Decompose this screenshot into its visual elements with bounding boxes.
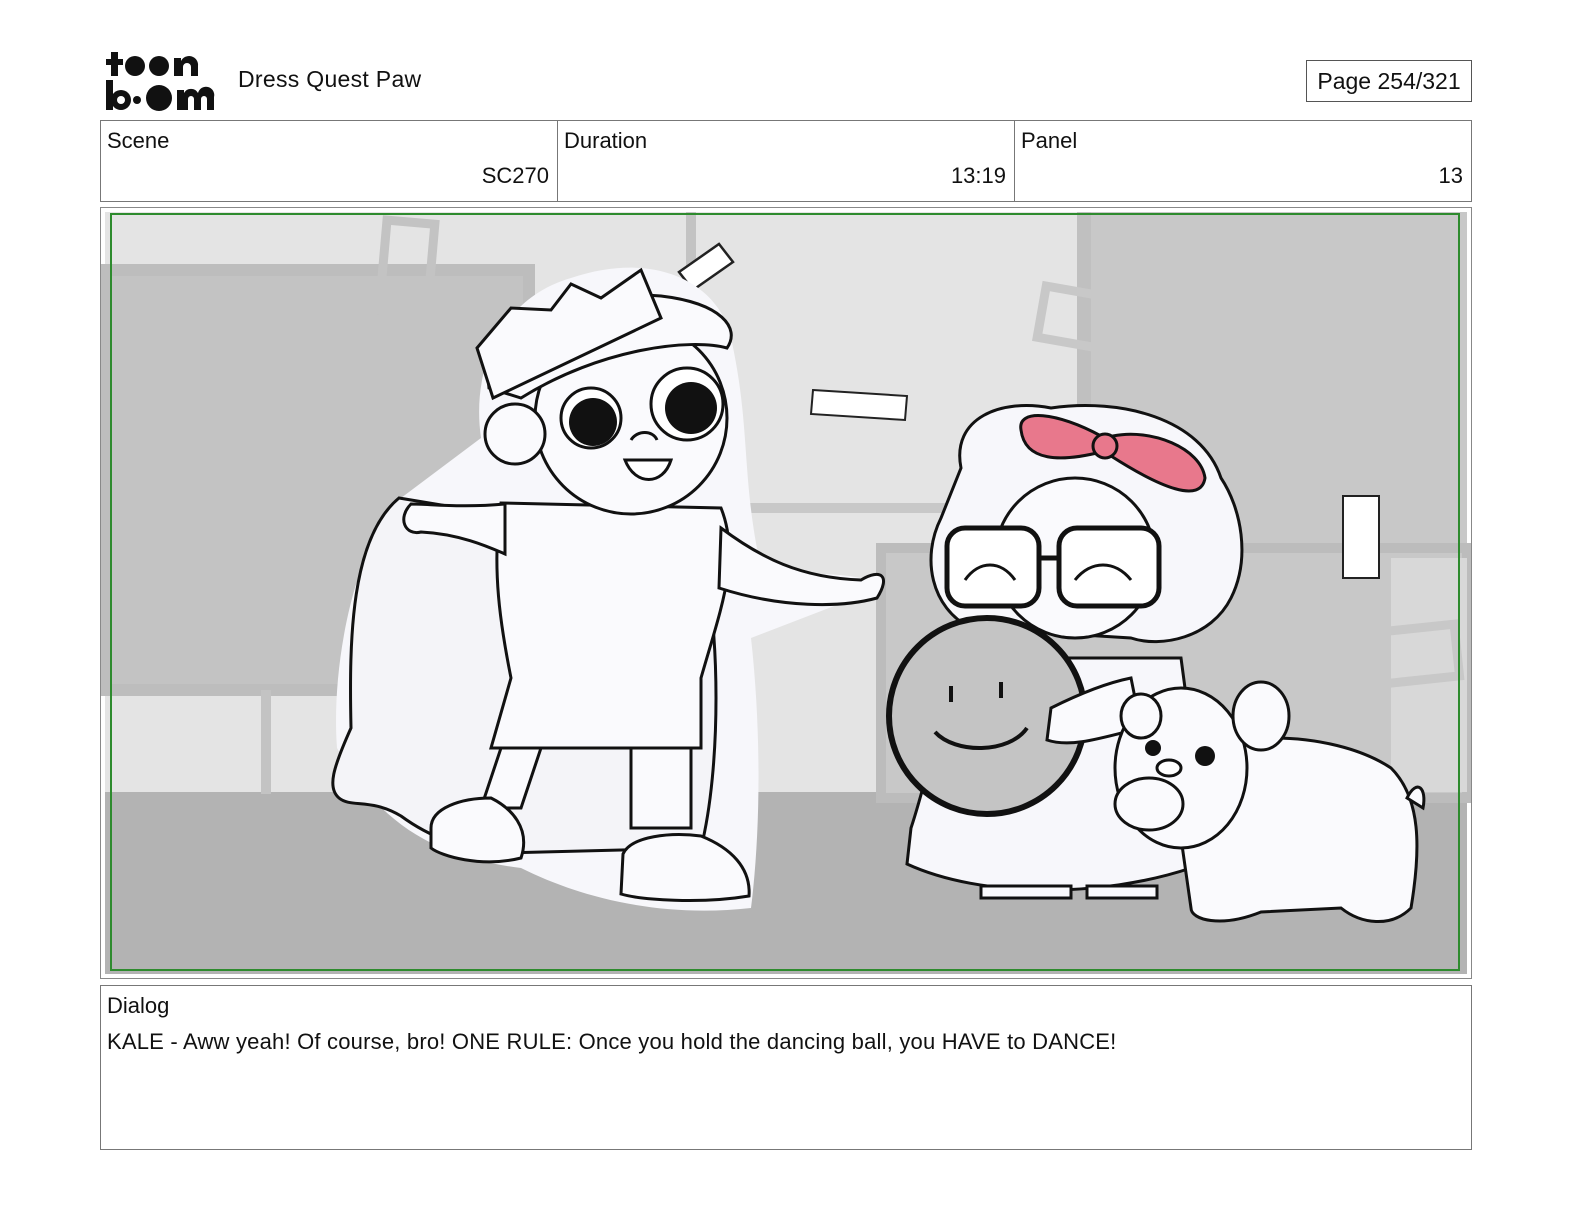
- scene-value: SC270: [481, 163, 549, 188]
- duration-value: 13:19: [950, 163, 1006, 188]
- tape-piece-right: [1342, 495, 1380, 579]
- duration-label: Duration: [564, 128, 648, 153]
- storyboard-drawing: [101, 212, 1471, 974]
- duration-cell: Duration 13:19: [558, 121, 1015, 201]
- dialog-text: KALE - Aww yeah! Of course, bro! ONE RUL…: [107, 1029, 1117, 1054]
- project-title: Dress Quest Paw: [238, 66, 422, 92]
- dialog-box: Dialog KALE - Aww yeah! Of course, bro! …: [100, 985, 1472, 1150]
- board-leg: [261, 690, 271, 794]
- toonboom-logo: [106, 52, 215, 111]
- page-indicator: Page 254/321: [1306, 60, 1472, 102]
- panel-cell: Panel 13: [1015, 121, 1471, 201]
- scene-label: Scene: [107, 128, 170, 153]
- tape-piece: [809, 388, 909, 422]
- panel-label: Panel: [1021, 128, 1078, 153]
- scene-cell: Scene SC270: [101, 121, 558, 201]
- dialog-label: Dialog: [107, 993, 170, 1018]
- storyboard-panel: [100, 207, 1472, 979]
- panel-value: 13: [1438, 163, 1463, 188]
- panel-info-row: Scene SC270 Duration 13:19 Panel 13: [100, 120, 1472, 202]
